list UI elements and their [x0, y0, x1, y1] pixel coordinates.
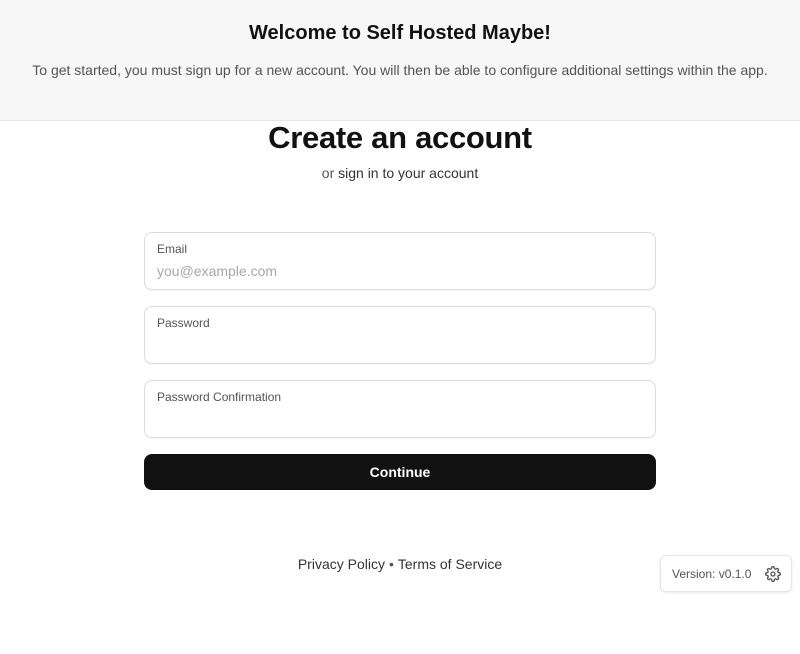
- password-confirmation-input[interactable]: [157, 409, 643, 429]
- page-title: Create an account: [268, 120, 532, 155]
- email-input[interactable]: [157, 261, 643, 281]
- continue-button[interactable]: Continue: [144, 454, 656, 490]
- banner-text: To get started, you must sign up for a n…: [32, 62, 768, 78]
- terms-of-service-link[interactable]: Terms of Service: [398, 556, 502, 572]
- email-label: Email: [157, 242, 188, 256]
- password-field[interactable]: Password: [144, 306, 656, 364]
- version-badge: Version: v0.1.0: [660, 555, 792, 592]
- version-text: Version: v0.1.0: [672, 567, 752, 581]
- welcome-banner: Welcome to Self Hosted Maybe! To get sta…: [0, 0, 800, 121]
- banner-title: Welcome to Self Hosted Maybe!: [249, 22, 551, 44]
- password-confirmation-label: Password Confirmation: [157, 390, 282, 404]
- signin-subtitle: or sign in to your account: [0, 165, 800, 181]
- privacy-policy-link[interactable]: Privacy Policy: [298, 556, 385, 572]
- password-input[interactable]: [157, 335, 643, 355]
- footer-separator: •: [388, 556, 394, 572]
- subtitle-prefix: or: [321, 165, 335, 181]
- password-label: Password: [157, 316, 210, 330]
- signin-link[interactable]: sign in to your account: [338, 165, 478, 181]
- email-field[interactable]: Email: [144, 232, 656, 290]
- password-confirmation-field[interactable]: Password Confirmation: [144, 380, 656, 438]
- gear-icon[interactable]: [765, 566, 781, 582]
